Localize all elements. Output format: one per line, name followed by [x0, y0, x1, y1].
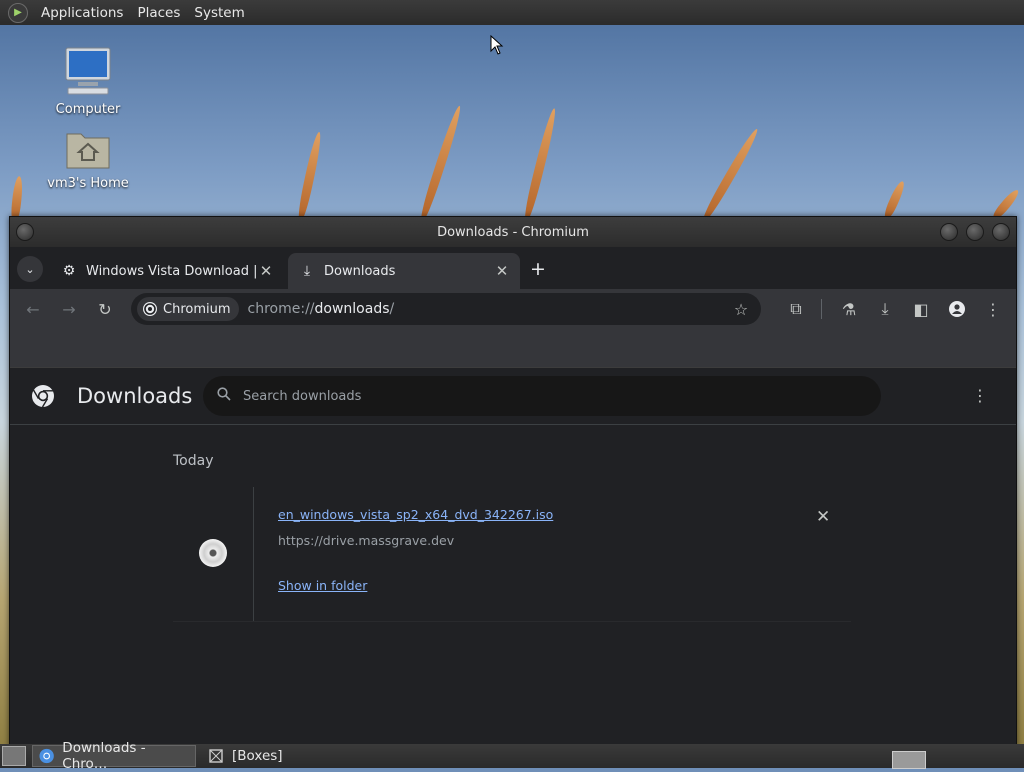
desktop-icon-computer[interactable]: Computer: [43, 46, 133, 117]
wallpaper-reed: [700, 126, 761, 223]
downloads-toolbar-icon[interactable]: ⤓: [869, 293, 901, 325]
search-placeholder: Search downloads: [243, 388, 362, 404]
disc-file-icon: [199, 539, 227, 567]
labs-flask-icon[interactable]: ⚗: [833, 293, 865, 325]
gear-icon: ⚙: [62, 263, 76, 279]
browser-toolbar: ← → ↻ Chromium chrome://downloads/ ☆ ⧉ ⚗…: [10, 289, 1016, 329]
download-source-url: https://drive.massgrave.dev: [278, 533, 455, 548]
bottom-taskbar: Downloads - Chro… [Boxes]: [0, 740, 1024, 772]
home-folder-icon: [43, 128, 133, 174]
extensions-icon[interactable]: ⧉: [780, 293, 812, 325]
search-icon: [217, 387, 231, 405]
menu-places[interactable]: Places: [130, 5, 187, 21]
maximize-button[interactable]: [966, 223, 984, 241]
show-in-folder-link[interactable]: Show in folder: [278, 578, 367, 593]
page-title: Downloads: [77, 384, 193, 408]
menu-system[interactable]: System: [187, 5, 251, 21]
mouse-cursor-icon: [490, 35, 504, 55]
download-item: en_windows_vista_sp2_x64_dvd_342267.iso …: [173, 487, 851, 622]
omnibox[interactable]: Chromium chrome://downloads/ ☆: [131, 293, 761, 325]
remove-download-icon[interactable]: ✕: [816, 507, 830, 527]
desktop-icon-home[interactable]: vm3's Home: [43, 128, 133, 191]
bookmark-bar: [10, 329, 1016, 368]
window-title: Downloads - Chromium: [437, 224, 589, 240]
top-panel: ▶ Applications Places System: [0, 0, 1024, 25]
url-text[interactable]: chrome://downloads/: [248, 301, 395, 317]
tab-title: Windows Vista Download | M: [86, 263, 258, 279]
downloads-menu-icon[interactable]: ⋮: [972, 386, 988, 405]
close-tab-icon[interactable]: ✕: [494, 262, 510, 280]
profile-avatar-icon[interactable]: [941, 293, 973, 325]
window-titlebar[interactable]: Downloads - Chromium: [10, 217, 1016, 247]
tab-downloads[interactable]: ⤓ Downloads ✕: [288, 253, 520, 289]
chromium-window: Downloads - Chromium ⌄ ⚙ Windows Vista D…: [9, 216, 1017, 748]
download-filename-link[interactable]: en_windows_vista_sp2_x64_dvd_342267.iso: [278, 507, 553, 522]
window-menu-button[interactable]: [16, 223, 34, 241]
chromium-logo-icon: [39, 748, 54, 764]
tab-windows-vista[interactable]: ⚙ Windows Vista Download | M ✕: [50, 253, 284, 289]
show-desktop-icon[interactable]: [2, 746, 26, 766]
bookmark-star-icon[interactable]: ☆: [725, 293, 757, 325]
chromium-logo-icon: [32, 385, 54, 408]
computer-icon: [43, 46, 133, 100]
side-panel-icon[interactable]: ◧: [905, 293, 937, 325]
site-chip-label: Chromium: [163, 301, 231, 317]
wallpaper-reed: [882, 179, 907, 220]
wallpaper-reed: [296, 131, 324, 221]
back-button[interactable]: ←: [17, 293, 49, 325]
tab-strip: ⌄ ⚙ Windows Vista Download | M ✕ ⤓ Downl…: [10, 247, 1016, 289]
taskbar-item-label: [Boxes]: [232, 748, 283, 764]
site-info-chip[interactable]: Chromium: [137, 297, 239, 321]
desktop-icon-label: vm3's Home: [47, 176, 129, 191]
close-window-button[interactable]: [992, 223, 1010, 241]
distro-logo-icon[interactable]: ▶: [8, 2, 28, 23]
workspace-switcher[interactable]: [892, 751, 926, 769]
browser-menu-icon[interactable]: ⋮: [977, 293, 1009, 325]
search-downloads-input[interactable]: Search downloads: [203, 376, 881, 416]
minimize-button[interactable]: [940, 223, 958, 241]
tab-search-button[interactable]: ⌄: [17, 256, 43, 282]
close-tab-icon[interactable]: ✕: [258, 262, 274, 280]
wallpaper-reed: [522, 107, 559, 222]
chromium-logo-icon: [143, 302, 157, 316]
taskbar-item-boxes[interactable]: [Boxes]: [202, 745, 289, 767]
forward-button[interactable]: →: [53, 293, 85, 325]
boxes-icon: [209, 749, 223, 763]
new-tab-button[interactable]: +: [530, 258, 546, 280]
toolbar-divider: [821, 299, 822, 319]
date-header: Today: [173, 453, 214, 469]
download-icon: ⤓: [303, 263, 311, 279]
menu-applications[interactable]: Applications: [34, 5, 130, 21]
downloads-header: Downloads Search downloads ⋮: [10, 368, 1016, 425]
tab-title: Downloads: [324, 263, 396, 279]
reload-button[interactable]: ↻: [89, 293, 121, 325]
taskbar-item-label: Downloads - Chro…: [62, 740, 146, 772]
wallpaper-reed: [418, 104, 464, 222]
card-divider: [253, 487, 254, 621]
desktop-icon-label: Computer: [55, 102, 121, 117]
taskbar-item-downloads[interactable]: Downloads - Chro…: [32, 740, 196, 772]
